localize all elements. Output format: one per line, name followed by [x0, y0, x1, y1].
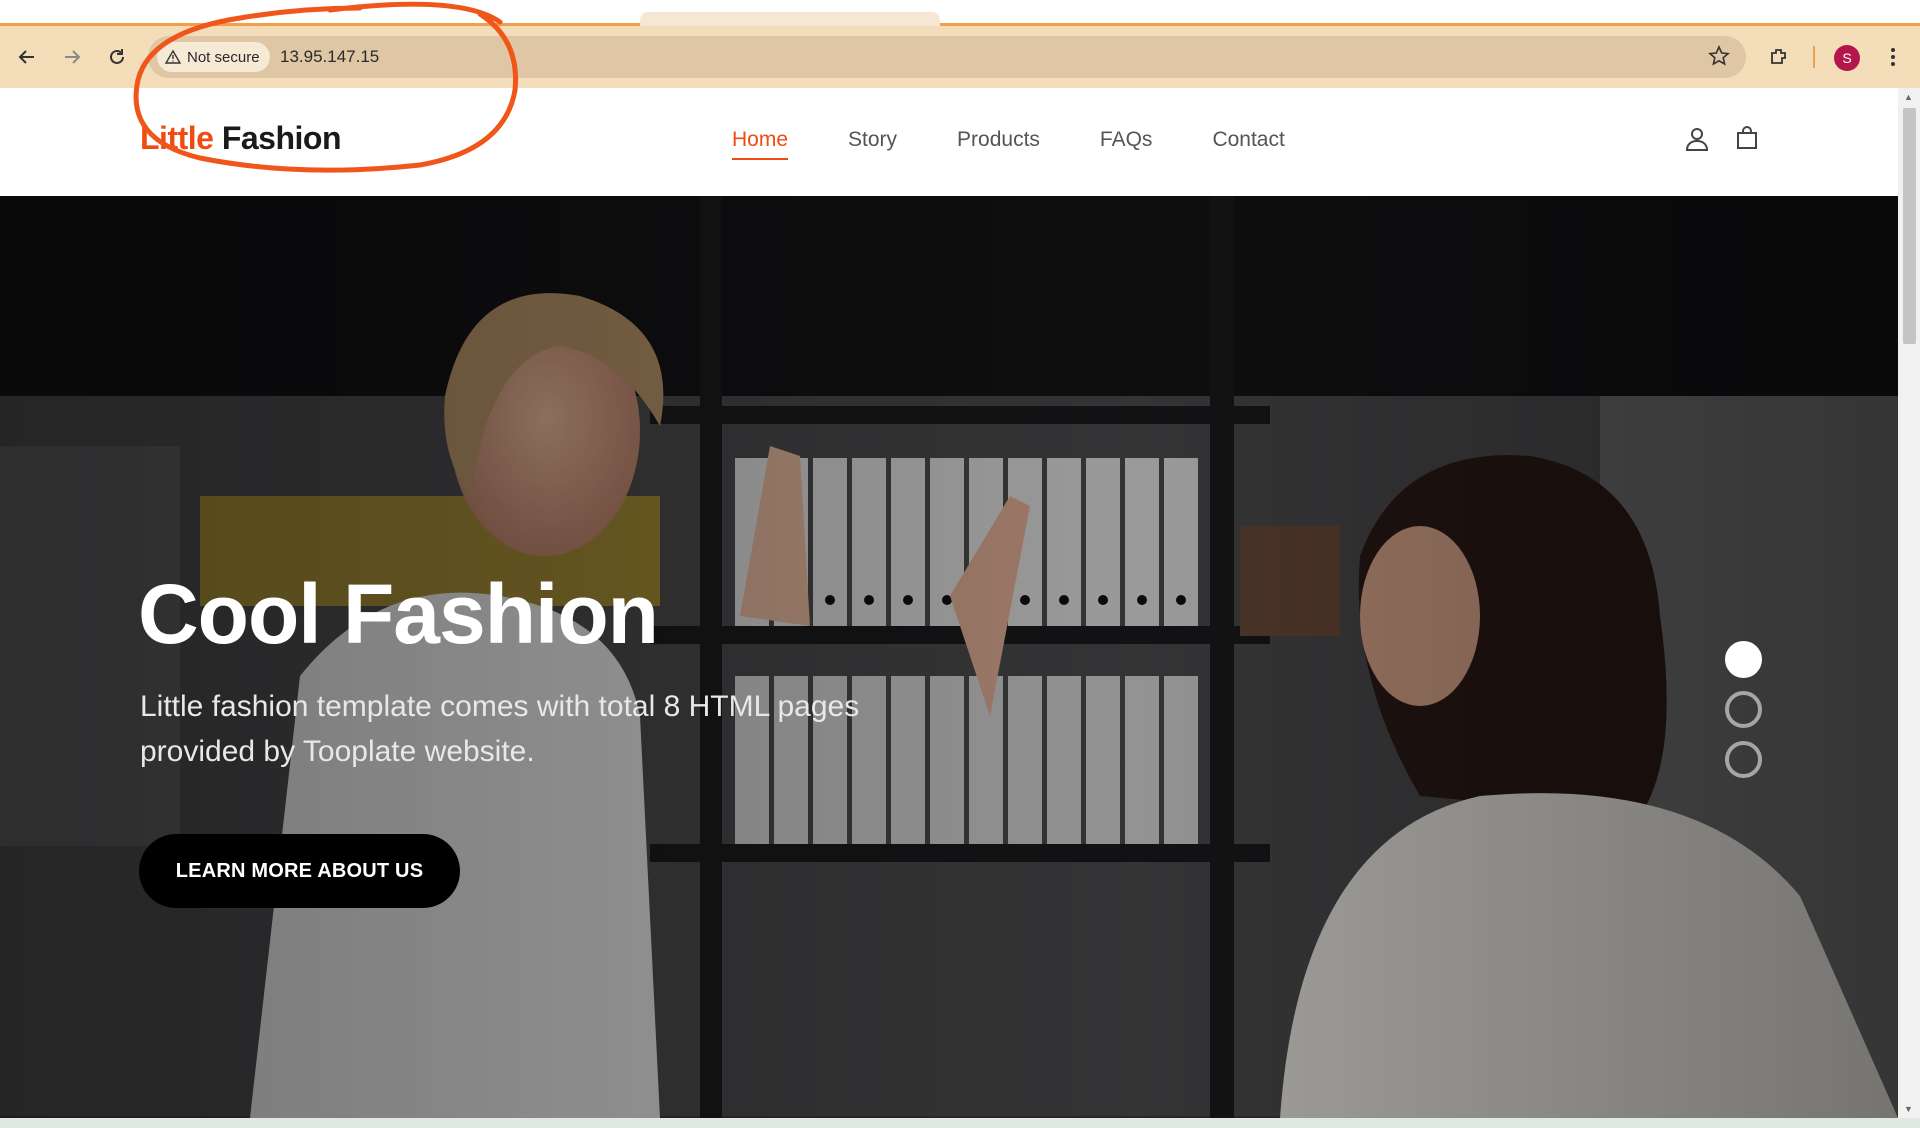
nav-story[interactable]: Story [848, 128, 897, 160]
scroll-down-icon[interactable]: ▼ [1904, 1104, 1913, 1114]
profile-avatar[interactable]: S [1834, 45, 1860, 71]
active-tab[interactable] [640, 12, 940, 26]
hero-title: Cool Fashion [138, 567, 659, 661]
scroll-thumb[interactable] [1903, 108, 1916, 344]
nav-faqs[interactable]: FAQs [1100, 128, 1153, 160]
carousel-dot-3[interactable] [1725, 741, 1762, 778]
scroll-up-icon[interactable]: ▲ [1904, 92, 1913, 102]
hero-subtitle: Little fashion template comes with total… [140, 690, 860, 768]
bag-icon[interactable] [1736, 126, 1758, 155]
brand-part2: Fashion [221, 120, 342, 156]
browser-window: Not secure 13.95.147.15 S Little Fashion… [0, 0, 1920, 1128]
nav-home[interactable]: Home [732, 128, 789, 160]
browser-toolbar: Not secure 13.95.147.15 S [0, 26, 1920, 88]
learn-more-button[interactable]: LEARN MORE ABOUT US [139, 834, 460, 908]
security-label: Not secure [187, 48, 260, 66]
main-nav: Home Story Products FAQs Contact [732, 128, 1285, 160]
carousel-dot-2[interactable] [1725, 691, 1762, 728]
site-header: Little Fashion Home Story Products FAQs … [0, 88, 1898, 196]
user-icon[interactable] [1684, 126, 1710, 157]
page-scrollbar[interactable]: ▲ ▼ [1898, 88, 1920, 1120]
warning-icon [165, 49, 181, 64]
star-icon[interactable] [1708, 45, 1730, 72]
address-bar[interactable]: Not secure 13.95.147.15 [148, 36, 1746, 78]
toolbar-divider [1813, 46, 1815, 68]
reload-icon[interactable] [100, 40, 134, 74]
brand-logo[interactable]: Little Fashion [140, 120, 342, 157]
security-chip[interactable]: Not secure [157, 42, 270, 72]
bottom-strip [0, 1118, 1920, 1128]
extensions-icon[interactable] [1762, 40, 1796, 74]
back-icon[interactable] [10, 40, 44, 74]
url-text[interactable]: 13.95.147.15 [280, 47, 379, 67]
tab-strip [0, 0, 1920, 26]
nav-products[interactable]: Products [957, 128, 1040, 160]
carousel-dot-1[interactable] [1725, 641, 1762, 678]
brand-part1: Little [140, 120, 214, 156]
more-icon[interactable] [1876, 40, 1910, 74]
hero-section: Cool Fashion Little fashion template com… [0, 196, 1898, 1118]
nav-contact[interactable]: Contact [1212, 128, 1284, 160]
forward-icon[interactable] [55, 40, 89, 74]
